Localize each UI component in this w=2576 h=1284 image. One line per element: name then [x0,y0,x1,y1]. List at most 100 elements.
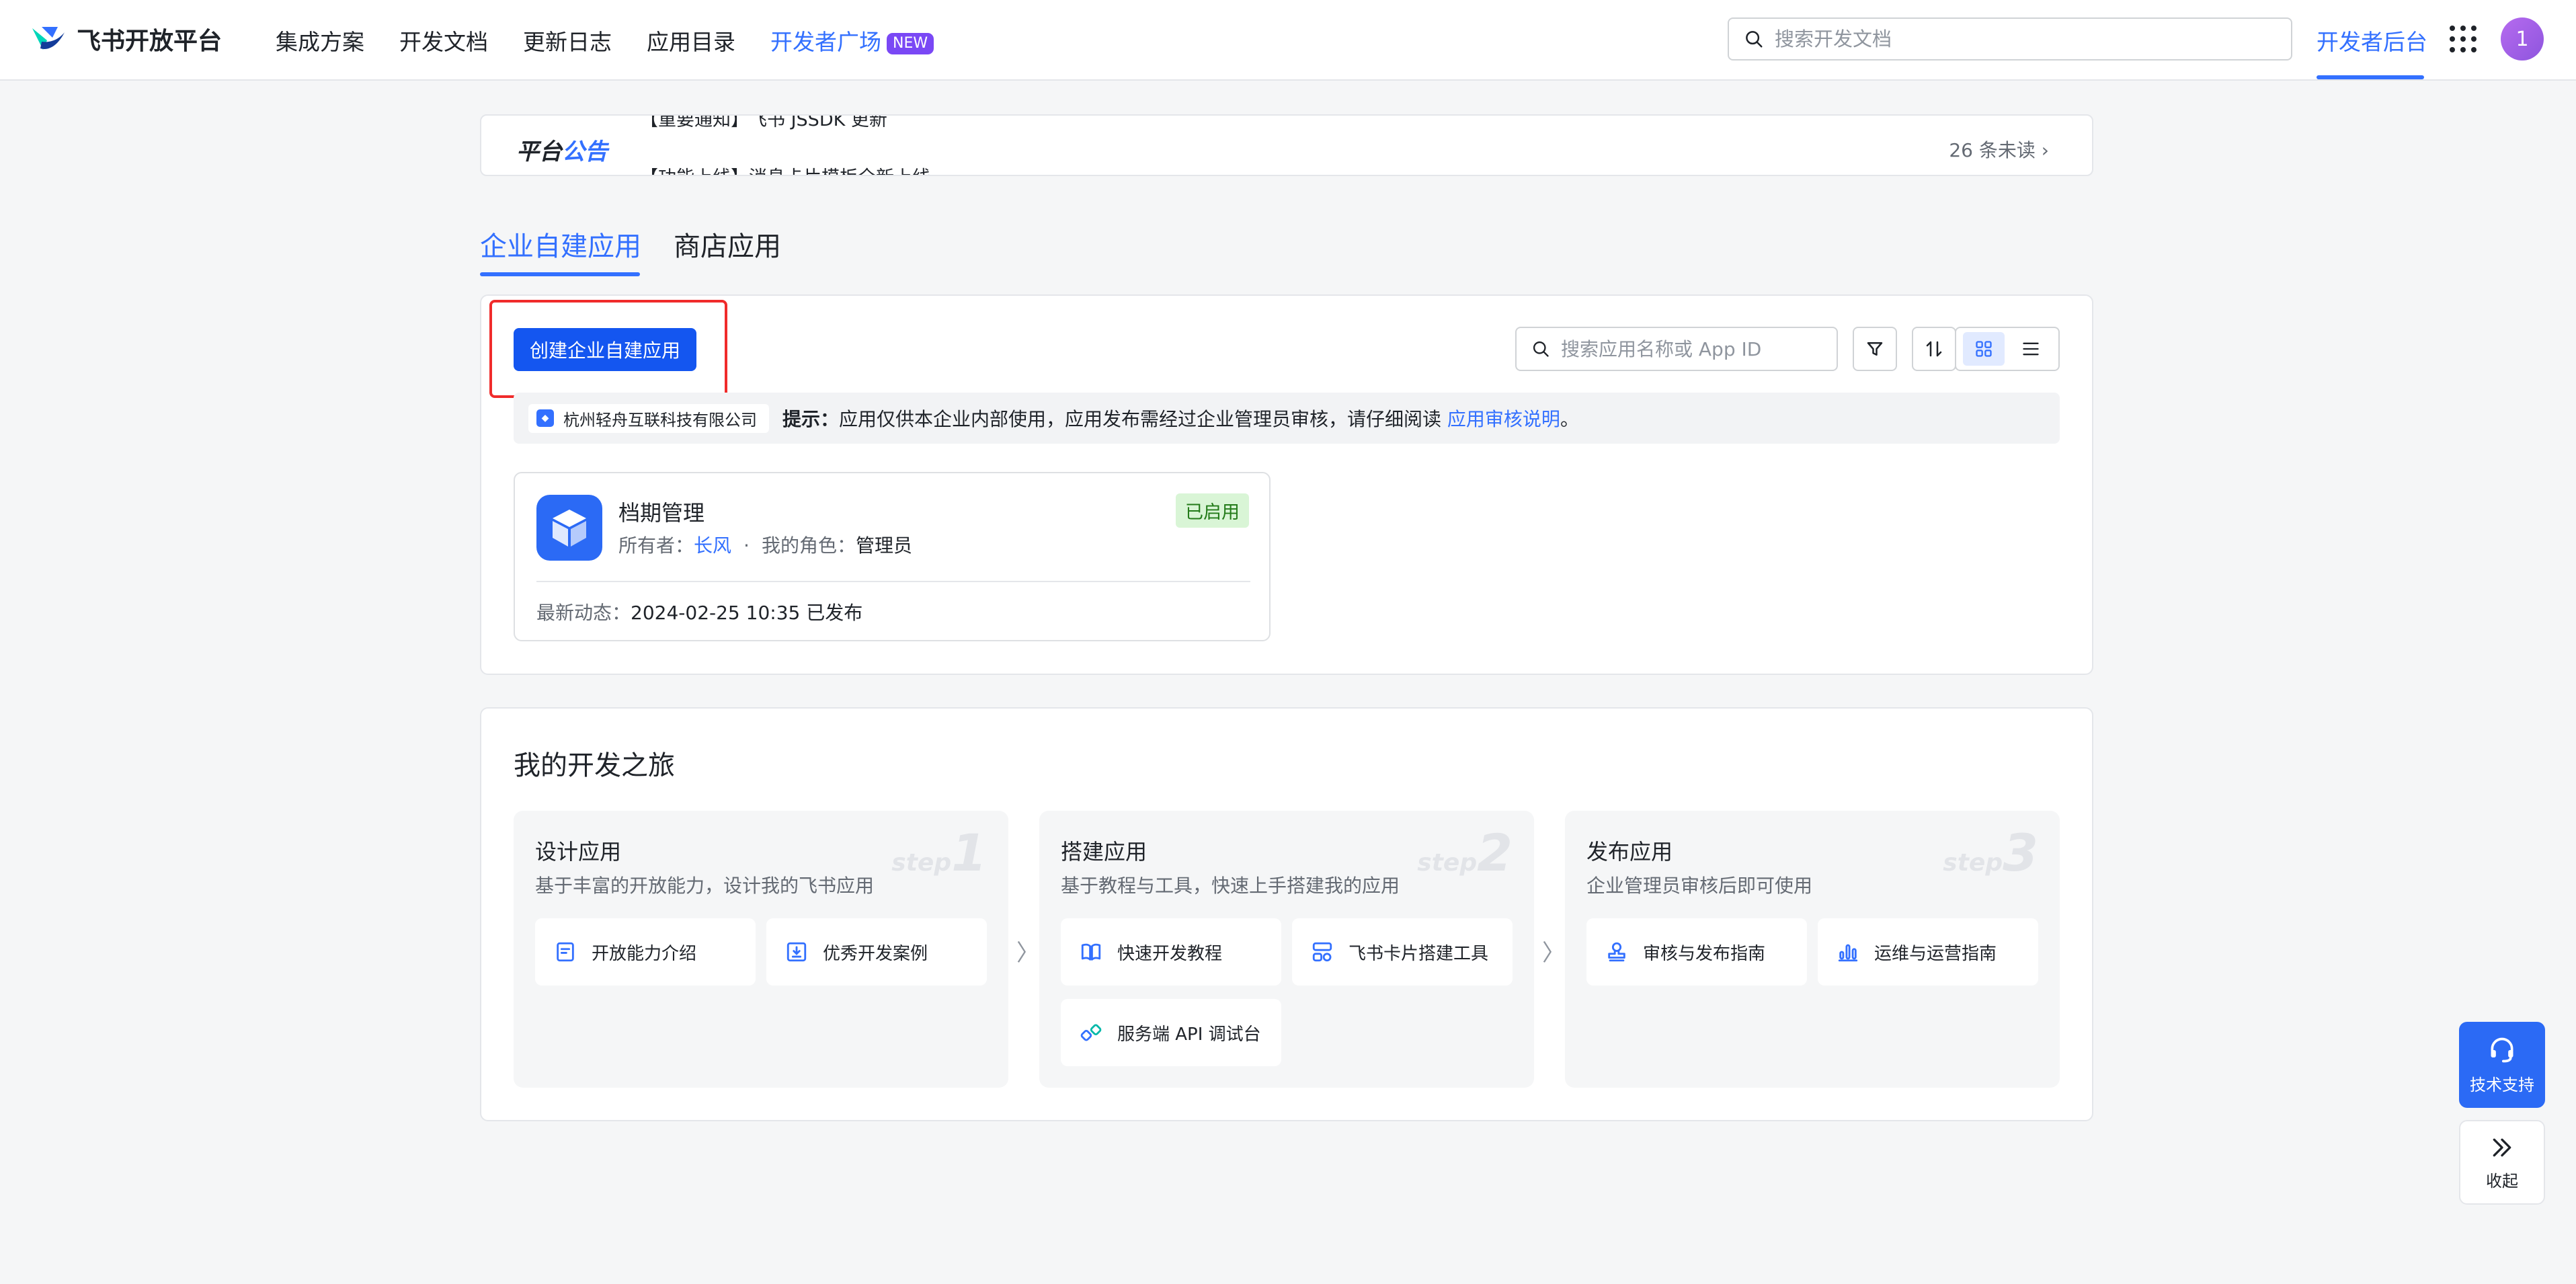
unread-count-link[interactable]: 26 条未读 › [1949,136,2049,163]
tile-card-builder[interactable]: 飞书卡片搭建工具 [1292,918,1513,986]
step-number: step2 [1417,823,1513,883]
tile-showcase-cases[interactable]: 优秀开发案例 [766,918,987,986]
platform-announcement[interactable]: 平台公告 【重要通知】飞书 JSSDK 更新 【功能上线】消息卡片模板全新上线 … [480,114,2093,176]
filter-icon [1867,342,1883,356]
grid-view-icon [1976,341,1992,357]
step-num: 2 [1477,823,1513,883]
step-num: 3 [2003,823,2038,883]
step-mark: step [1943,849,2003,877]
feishu-logo-icon [32,27,65,50]
review-guide-link[interactable]: 应用审核说明 [1447,408,1560,430]
new-badge: NEW [887,32,934,54]
app-card[interactable]: 档期管理 已启用 所有者：长风 · 我的角色：管理员 最新动态：2024-02-25… [514,472,1271,641]
step-num: 1 [951,823,987,883]
step-number: step1 [891,823,987,883]
step-number: step3 [1943,823,2038,883]
tile-open-capabilities[interactable]: 开放能力介绍 [535,918,756,986]
step-title: 发布应用 [1586,839,1673,865]
app-name: 档期管理 [618,500,705,526]
nav-docs[interactable]: 开发文档 [399,24,488,56]
tile-ops-guide[interactable]: 运维与运营指南 [1818,918,2038,986]
step-design: 设计应用 基于丰富的开放能力，设计我的飞书应用 step1 开放能力介绍 优秀开… [514,811,1008,1088]
document-icon [557,942,574,962]
step-desc: 基于教程与工具，快速上手搭建我的应用 [1061,875,1400,897]
tile-label: 飞书卡片搭建工具 [1349,943,1489,964]
app-grid-icon[interactable] [2450,26,2477,52]
nav-changelog[interactable]: 更新日志 [523,24,612,56]
filter-button[interactable] [1853,327,1897,371]
brand-name: 飞书开放平台 [77,28,223,55]
company-logo-icon: ◆ [536,409,554,427]
role-label: 我的角色： [761,534,856,557]
tile-label: 运维与运营指南 [1874,943,1997,964]
step-desc: 企业管理员审核后即可使用 [1586,875,1813,897]
grid-view-button[interactable] [1963,332,2005,366]
step-mark: step [1417,849,1478,877]
card-divider [536,581,1250,582]
role-value: 管理员 [855,534,912,557]
tab-enterprise-apps[interactable]: 企业自建应用 [480,225,641,264]
tab-store-apps[interactable]: 商店应用 [674,225,781,264]
avatar[interactable]: 1 [2501,17,2544,61]
nav-dev-square[interactable]: 开发者广场 NEW [770,24,934,56]
doc-search-input[interactable] [1773,27,2260,51]
step-arrow-icon: 〉 [1542,940,1565,967]
card-builder-icon [1312,942,1332,962]
sort-button[interactable] [1912,327,1956,371]
company-tag: ◆ 杭州轻舟互联科技有限公司 [528,403,769,433]
doc-search-box[interactable] [1728,17,2292,61]
list-view-button[interactable] [2010,332,2052,366]
nav-app-directory[interactable]: 应用目录 [647,24,735,56]
unread-count: 26 条未读 [1949,139,2036,161]
step-title: 搭建应用 [1061,839,1148,865]
status-badge: 已启用 [1176,493,1249,528]
book-icon [1081,943,1101,961]
api-link-icon [1080,1024,1102,1041]
announcement-item[interactable]: 【功能上线】消息卡片模板全新上线 [640,163,930,175]
company-name: 杭州轻舟互联科技有限公司 [563,410,757,430]
announcement-title-b: 公告 [562,138,608,165]
view-toggle [1955,327,2060,371]
tile-label: 快速开发教程 [1117,943,1223,964]
update-value: 2024-02-25 10:35 已发布 [631,602,863,624]
announcement-title-a: 平台 [516,138,562,165]
tile-label: 服务端 API 调试台 [1117,1024,1261,1045]
double-chevron-right-icon [2493,1138,2511,1156]
step-publish: 发布应用 企业管理员审核后即可使用 step3 审核与发布指南 运维与运营指南 [1565,811,2060,1088]
latest-update: 最新动态：2024-02-25 10:35 已发布 [536,598,862,625]
announcement-title: 平台公告 [516,133,608,166]
step-arrow-icon: 〉 [1016,940,1039,967]
step-desc: 基于丰富的开放能力，设计我的飞书应用 [535,875,875,897]
hint-text: 提示：应用仅供本企业内部使用，应用发布需经过企业管理员审核，请仔细阅读 应用审核… [782,405,1579,432]
active-tab-indicator [480,272,640,276]
announcement-item[interactable]: 【重要通知】飞书 JSSDK 更新 [640,116,887,131]
highlight-box [489,300,727,398]
update-label: 最新动态： [536,602,631,624]
active-nav-indicator [2317,75,2424,79]
tile-review-publish-guide[interactable]: 审核与发布指南 [1586,918,1807,986]
app-search-box[interactable] [1515,327,1838,371]
hint-body: 应用仅供本企业内部使用，应用发布需经过企业管理员审核，请仔细阅读 [839,408,1447,430]
search-icon [1746,31,1763,48]
hint-end: 。 [1560,408,1579,430]
nav-developer-console[interactable]: 开发者后台 [2317,24,2427,56]
meta-separator: · [743,534,750,557]
step-build: 搭建应用 基于教程与工具，快速上手搭建我的应用 step2 快速开发教程 飞书卡… [1039,811,1534,1088]
tile-api-explorer[interactable]: 服务端 API 调试台 [1061,999,1281,1066]
collapse-label: 收起 [2486,1171,2518,1191]
chevron-right-icon: › [2041,139,2049,161]
app-search-input[interactable] [1560,337,1831,361]
headset-icon [2491,1037,2513,1062]
nav-solutions[interactable]: 集成方案 [276,24,364,56]
nav-dev-square-label: 开发者广场 [770,29,881,55]
tech-support-label: 技术支持 [2470,1075,2534,1094]
owner-link[interactable]: 长风 [694,534,731,557]
tech-support-button[interactable]: 技术支持 [2459,1022,2545,1108]
app-meta: 所有者：长风 · 我的角色：管理员 [618,531,912,558]
tile-label: 优秀开发案例 [823,943,928,964]
brand-logo-link[interactable]: 飞书开放平台 [30,20,222,58]
tile-quick-tutorial[interactable]: 快速开发教程 [1061,918,1281,986]
owner-label: 所有者： [618,534,694,557]
bar-chart-icon [1838,944,1858,962]
collapse-button[interactable]: 收起 [2459,1120,2545,1205]
